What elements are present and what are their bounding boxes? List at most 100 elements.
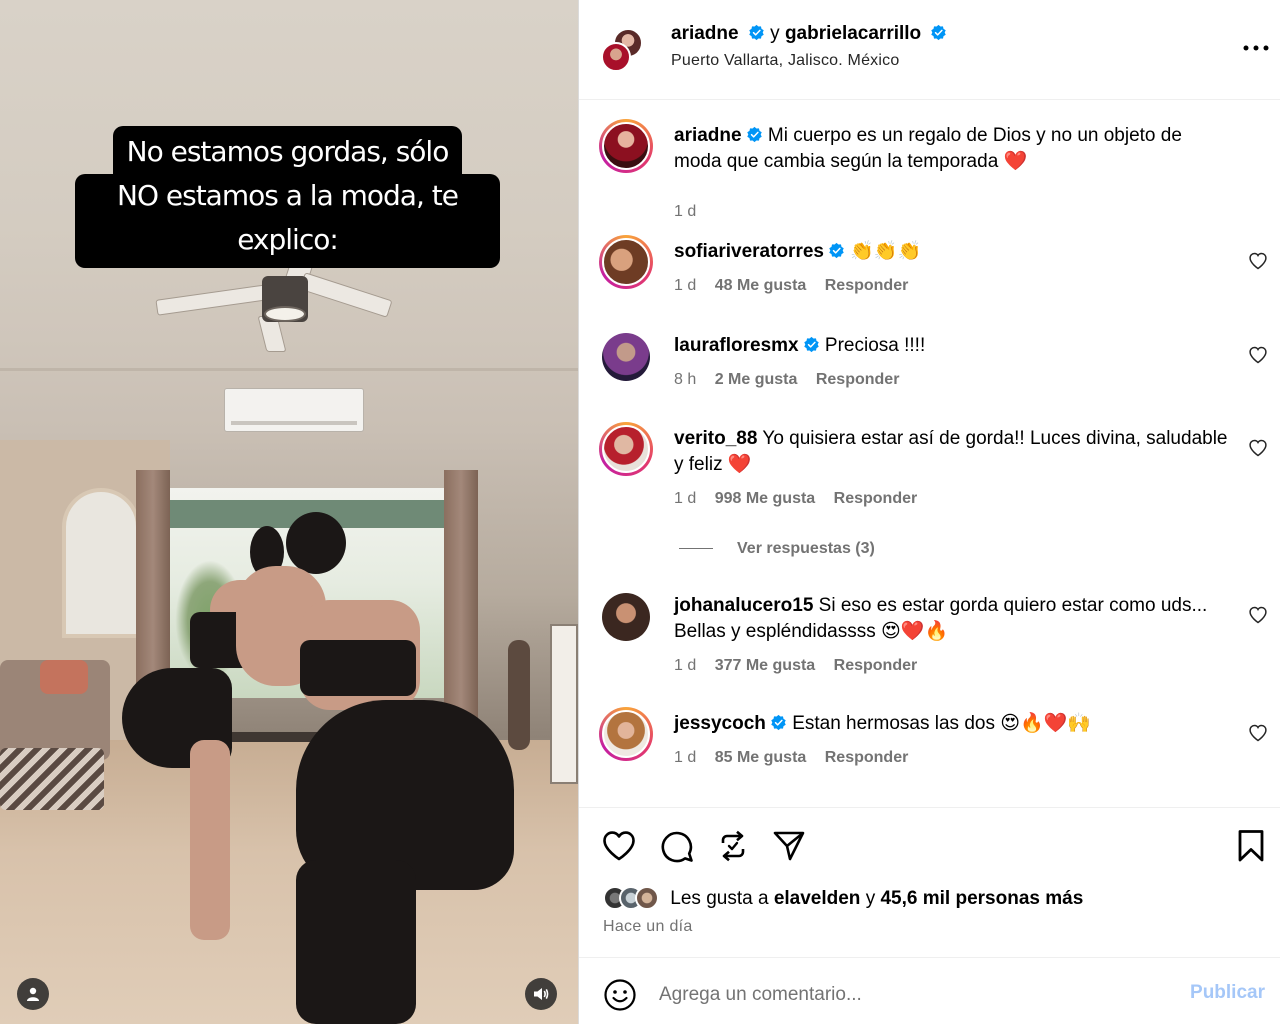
user-icon: [27, 987, 39, 1001]
author-link-2[interactable]: gabrielacarrillo: [785, 23, 921, 44]
likes-others[interactable]: 45,6 mil personas más: [880, 888, 1083, 909]
comment-likes[interactable]: 998 Me gusta: [715, 490, 815, 507]
avatar: [601, 42, 631, 72]
like-comment-heart-icon[interactable]: [1248, 251, 1268, 271]
vase: [508, 640, 530, 750]
comment-meta: 1 d 85 Me gusta Responder: [674, 749, 922, 767]
post-video[interactable]: No estamos gordas, sólo NO estamos a la …: [0, 0, 578, 1024]
comment-username[interactable]: sofiariveratorres: [674, 241, 824, 262]
reply-button[interactable]: Responder: [816, 371, 900, 388]
comment-likes[interactable]: 2 Me gusta: [715, 371, 798, 388]
reply-button[interactable]: Responder: [834, 657, 918, 674]
avatar[interactable]: [599, 422, 653, 476]
like-comment-heart-icon[interactable]: [1248, 438, 1268, 458]
overlay-line-2: NO estamos a la moda, te explico:: [75, 174, 500, 268]
more-options-icon[interactable]: [1241, 36, 1271, 60]
post-actions: Les gusta a elavelden y 45,6 mil persona…: [579, 807, 1280, 957]
share-send-icon[interactable]: [771, 828, 807, 864]
emoji-icon[interactable]: [603, 978, 637, 1012]
comment-text: jessycoch Estan hermosas las dos 😍🔥❤️🙌: [674, 711, 1234, 737]
likes-text: Les gusta a elavelden y 45,6 mil persona…: [670, 888, 1083, 909]
reply-button[interactable]: Responder: [825, 749, 909, 766]
verified-badge-icon: [749, 24, 764, 41]
comment-username[interactable]: johanalucero15: [674, 595, 813, 616]
comment-username[interactable]: verito_88: [674, 428, 757, 449]
comment-username[interactable]: laurafloresmx: [674, 335, 799, 356]
verified-badge-icon: [771, 714, 786, 731]
post-location[interactable]: Puerto Vallarta, Jalisco. México: [671, 52, 899, 70]
collab-avatars[interactable]: [601, 28, 645, 74]
verified-badge-icon: [829, 242, 844, 259]
likes-connector: y: [865, 888, 876, 909]
comment-likes[interactable]: 85 Me gusta: [715, 749, 807, 766]
repost-icon[interactable]: [715, 828, 751, 864]
save-bookmark-icon[interactable]: [1233, 828, 1269, 864]
avatar[interactable]: [602, 593, 650, 641]
reply-button[interactable]: Responder: [834, 490, 918, 507]
video-text-overlay: No estamos gordas, sólo NO estamos a la …: [75, 126, 500, 268]
view-replies-button[interactable]: Ver respuestas (3): [679, 540, 875, 558]
arched-window: [62, 488, 140, 638]
comment-time: 1 d: [674, 490, 697, 507]
publish-button[interactable]: Publicar: [1190, 982, 1265, 1004]
avatar: [635, 886, 659, 910]
comment-text: laurafloresmx Preciosa !!!!: [674, 333, 1234, 359]
caption-time: 1 d: [674, 203, 697, 220]
comment-meta: 1 d 998 Me gusta Responder: [674, 490, 931, 508]
post-details-panel: ariadne y gabrielacarrillo Puerto Vallar…: [578, 0, 1280, 1024]
ceiling-edge: [0, 368, 578, 371]
likes-summary[interactable]: Les gusta a elavelden y 45,6 mil persona…: [603, 886, 1083, 912]
comment-time: 1 d: [674, 657, 697, 674]
like-comment-heart-icon[interactable]: [1248, 723, 1268, 743]
post-timestamp[interactable]: Hace un día: [603, 918, 693, 936]
avatar[interactable]: [599, 235, 653, 289]
verified-badge-icon: [803, 336, 819, 353]
author-link-1[interactable]: ariadne: [671, 23, 739, 44]
caption-meta: 1 d: [674, 203, 710, 221]
comment-likes[interactable]: 377 Me gusta: [715, 657, 815, 674]
speaker-icon: [534, 988, 549, 1000]
person-front-top: [300, 640, 416, 696]
verified-badge-icon: [746, 126, 762, 143]
comment-likes[interactable]: 48 Me gusta: [715, 277, 807, 294]
air-conditioner: [224, 388, 364, 432]
like-comment-heart-icon[interactable]: [1248, 605, 1268, 625]
author-connector: y: [770, 23, 780, 44]
comment-icon[interactable]: [659, 828, 695, 864]
avatar[interactable]: [602, 333, 650, 381]
comment-text: sofiariveratorres 👏👏👏: [674, 239, 1234, 265]
caption-text: ariadne Mi cuerpo es un regalo de Dios y…: [674, 123, 1234, 175]
comment-text: verito_88 Yo quisiera estar así de gorda…: [674, 426, 1234, 478]
likes-user[interactable]: elavelden: [774, 888, 861, 909]
comment-body: Preciosa !!!!: [824, 335, 926, 356]
person-back-leg: [190, 740, 230, 940]
audio-toggle-button[interactable]: [525, 978, 557, 1010]
caption-username[interactable]: ariadne: [674, 125, 742, 146]
fan-light: [264, 306, 306, 322]
comment-meta: 1 d 48 Me gusta Responder: [674, 277, 922, 295]
like-heart-icon[interactable]: [601, 828, 637, 864]
reply-button[interactable]: Responder: [825, 277, 909, 294]
comment-input[interactable]: [659, 978, 1159, 1012]
comment-body: Estan hermosas las dos 😍🔥❤️🙌: [792, 713, 1092, 734]
comment-body: Yo quisiera estar así de gorda!! Luces d…: [674, 428, 1228, 475]
avatar[interactable]: [599, 119, 653, 173]
pillow: [40, 660, 88, 694]
comments-list[interactable]: ariadne Mi cuerpo es un regalo de Dios y…: [579, 101, 1280, 807]
comment-username[interactable]: jessycoch: [674, 713, 766, 734]
avatar[interactable]: [599, 707, 653, 761]
ottoman: [0, 748, 104, 810]
post-authors: ariadne y gabrielacarrillo: [671, 22, 947, 46]
fan-blade: [155, 284, 269, 316]
like-comment-heart-icon[interactable]: [1248, 345, 1268, 365]
fan-blade: [299, 272, 393, 318]
comment-meta: 1 d 377 Me gusta Responder: [674, 657, 931, 675]
shelf: [550, 624, 578, 784]
person-front-legs: [296, 860, 416, 1024]
comment-time: 8 h: [674, 371, 697, 388]
person-front-head: [286, 512, 346, 574]
comment-text: johanalucero15 Si eso es estar gorda qui…: [674, 593, 1234, 645]
comment-time: 1 d: [674, 277, 697, 294]
tagged-users-button[interactable]: [17, 978, 49, 1010]
overlay-line-1: No estamos gordas, sólo: [112, 126, 463, 174]
